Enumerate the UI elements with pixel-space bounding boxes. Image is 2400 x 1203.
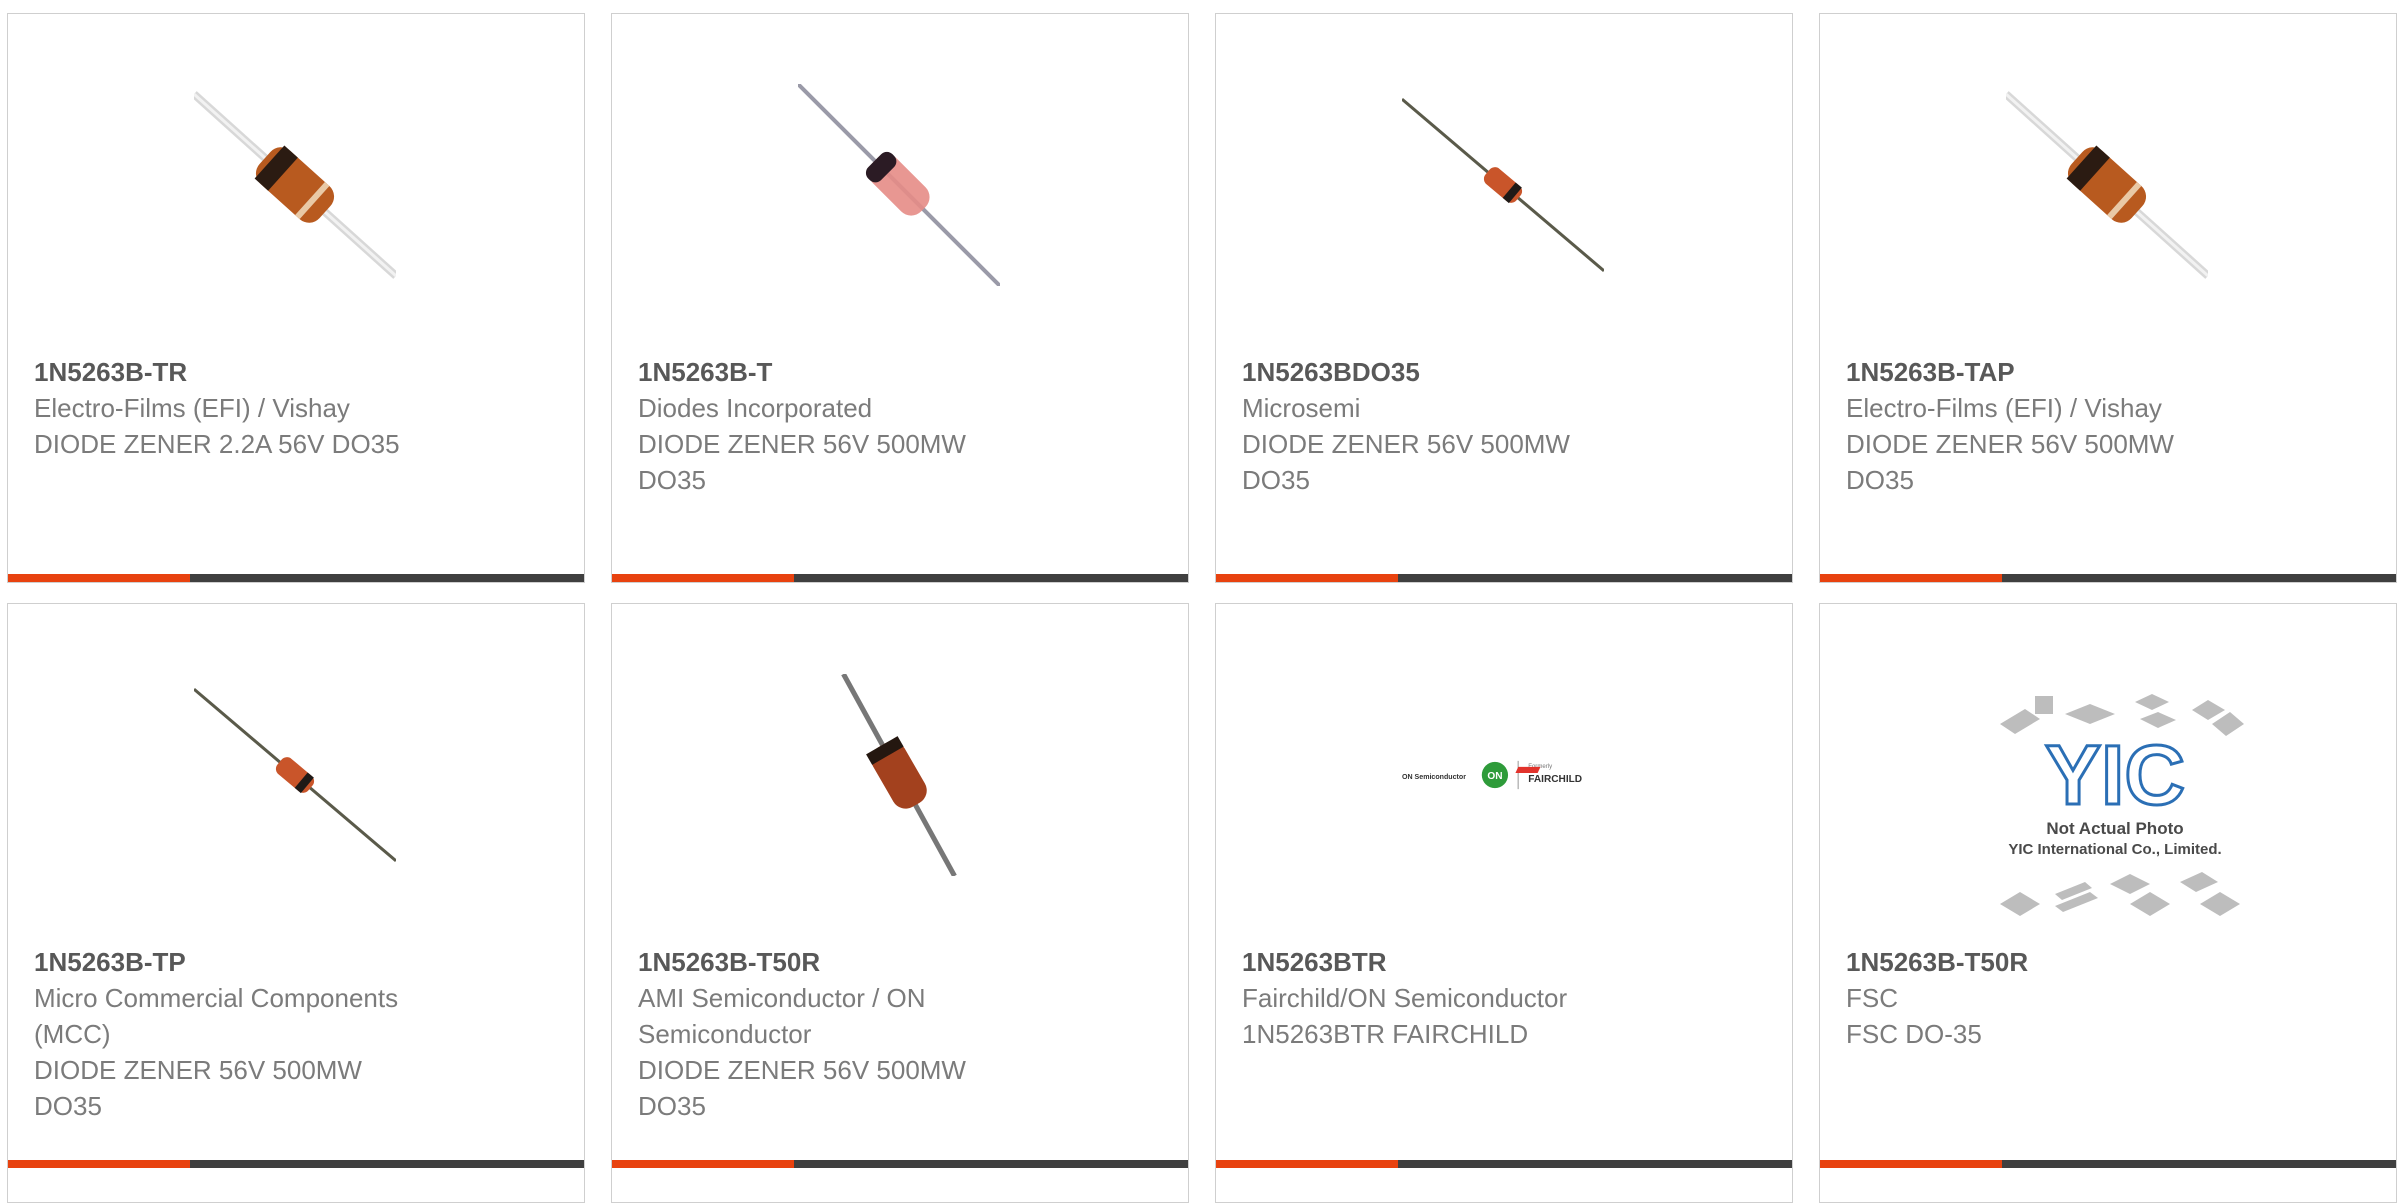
part-description: FSC DO-35 <box>1846 1019 1982 1049</box>
product-card[interactable]: 1N5263B-T Diodes Incorporated DIODE ZENE… <box>611 13 1189 583</box>
manufacturer-name: Micro Commercial Components <box>34 983 399 1013</box>
product-card[interactable]: 1N5263BDO35 Microsemi DIODE ZENER 56V 50… <box>1215 13 1793 583</box>
product-card[interactable]: 1N5263B-TP Micro Commercial Components (… <box>7 603 585 1203</box>
part-description: DO35 <box>1242 465 1310 495</box>
product-card[interactable]: 1N5263B-T50R AMI Semiconductor / ON Semi… <box>611 603 1189 1203</box>
manufacturer-name: Diodes Incorporated <box>638 393 873 423</box>
manufacturer-name: Electro-Films (EFI) / Vishay <box>34 393 350 423</box>
part-number-link[interactable]: 1N5263B-TR <box>34 354 474 390</box>
part-description: DIODE ZENER 56V 500MW <box>638 429 966 459</box>
part-description: DIODE ZENER 56V 500MW <box>1242 429 1570 459</box>
part-number-link[interactable]: 1N5263BTR <box>1242 944 1682 980</box>
part-number-link[interactable]: 1N5263BDO35 <box>1242 354 1682 390</box>
manufacturer-name: Microsemi <box>1242 393 1361 423</box>
brown-diode-icon <box>2006 84 2208 286</box>
small-diode-icon <box>194 674 396 876</box>
part-description: DO35 <box>1846 465 1914 495</box>
svg-text:YIC: YIC <box>2045 728 2185 822</box>
card-footer-bar <box>1216 574 1792 582</box>
onsemi-fairchild-logo: ON Semiconductor ON Formerly FAIRCHILD <box>1402 674 1604 876</box>
svg-text:YIC International Co., Limited: YIC International Co., Limited. <box>2008 841 2221 858</box>
svg-text:Not Actual Photo: Not Actual Photo <box>2046 819 2183 838</box>
part-description: 1N5263BTR FAIRCHILD <box>1242 1019 1529 1049</box>
part-number-link[interactable]: 1N5263B-T50R <box>638 944 1078 980</box>
part-description: DIODE ZENER 56V 500MW <box>1846 429 2174 459</box>
product-card[interactable]: ON Semiconductor ON Formerly FAIRCHILD 1… <box>1215 603 1793 1203</box>
small-diode-icon <box>1402 84 1604 286</box>
manufacturer-name: (MCC) <box>34 1019 111 1049</box>
part-description: DO35 <box>638 465 706 495</box>
part-description: DIODE ZENER 56V 500MW <box>34 1055 362 1085</box>
manufacturer-name: FSC <box>1846 983 1898 1013</box>
svg-text:ON: ON <box>1487 771 1502 782</box>
pink-glass-diode-icon <box>798 84 1000 286</box>
brown-diode-icon <box>194 84 396 286</box>
svg-text:ON Semiconductor: ON Semiconductor <box>1402 774 1466 781</box>
product-card[interactable]: 1N5263B-TR Electro-Films (EFI) / Vishay … <box>7 13 585 583</box>
manufacturer-name: Electro-Films (EFI) / Vishay <box>1846 393 2162 423</box>
yic-placeholder-logo: YIC Not Actual Photo YIC International C… <box>1980 684 2250 924</box>
part-number-link[interactable]: 1N5263B-T50R <box>1846 944 2286 980</box>
part-number-link[interactable]: 1N5263B-T <box>638 354 1078 390</box>
glass-diode-icon <box>798 674 1000 876</box>
part-number-link[interactable]: 1N5263B-TAP <box>1846 354 2286 390</box>
part-description: DIODE ZENER 2.2A 56V DO35 <box>34 429 400 459</box>
product-card[interactable]: YIC Not Actual Photo YIC International C… <box>1819 603 2397 1203</box>
part-description: DIODE ZENER 56V 500MW <box>638 1055 966 1085</box>
manufacturer-name: Semiconductor <box>638 1019 812 1049</box>
part-description: DO35 <box>34 1091 102 1121</box>
manufacturer-name: AMI Semiconductor / ON <box>638 983 926 1013</box>
part-number-link[interactable]: 1N5263B-TP <box>34 944 474 980</box>
svg-text:FAIRCHILD: FAIRCHILD <box>1528 774 1582 785</box>
product-card[interactable]: 1N5263B-TAP Electro-Films (EFI) / Vishay… <box>1819 13 2397 583</box>
card-footer-bar <box>8 574 584 582</box>
manufacturer-name: Fairchild/ON Semiconductor <box>1242 983 1568 1013</box>
card-footer-bar <box>1820 574 2396 582</box>
part-description: DO35 <box>638 1091 706 1121</box>
card-footer-bar <box>612 574 1188 582</box>
